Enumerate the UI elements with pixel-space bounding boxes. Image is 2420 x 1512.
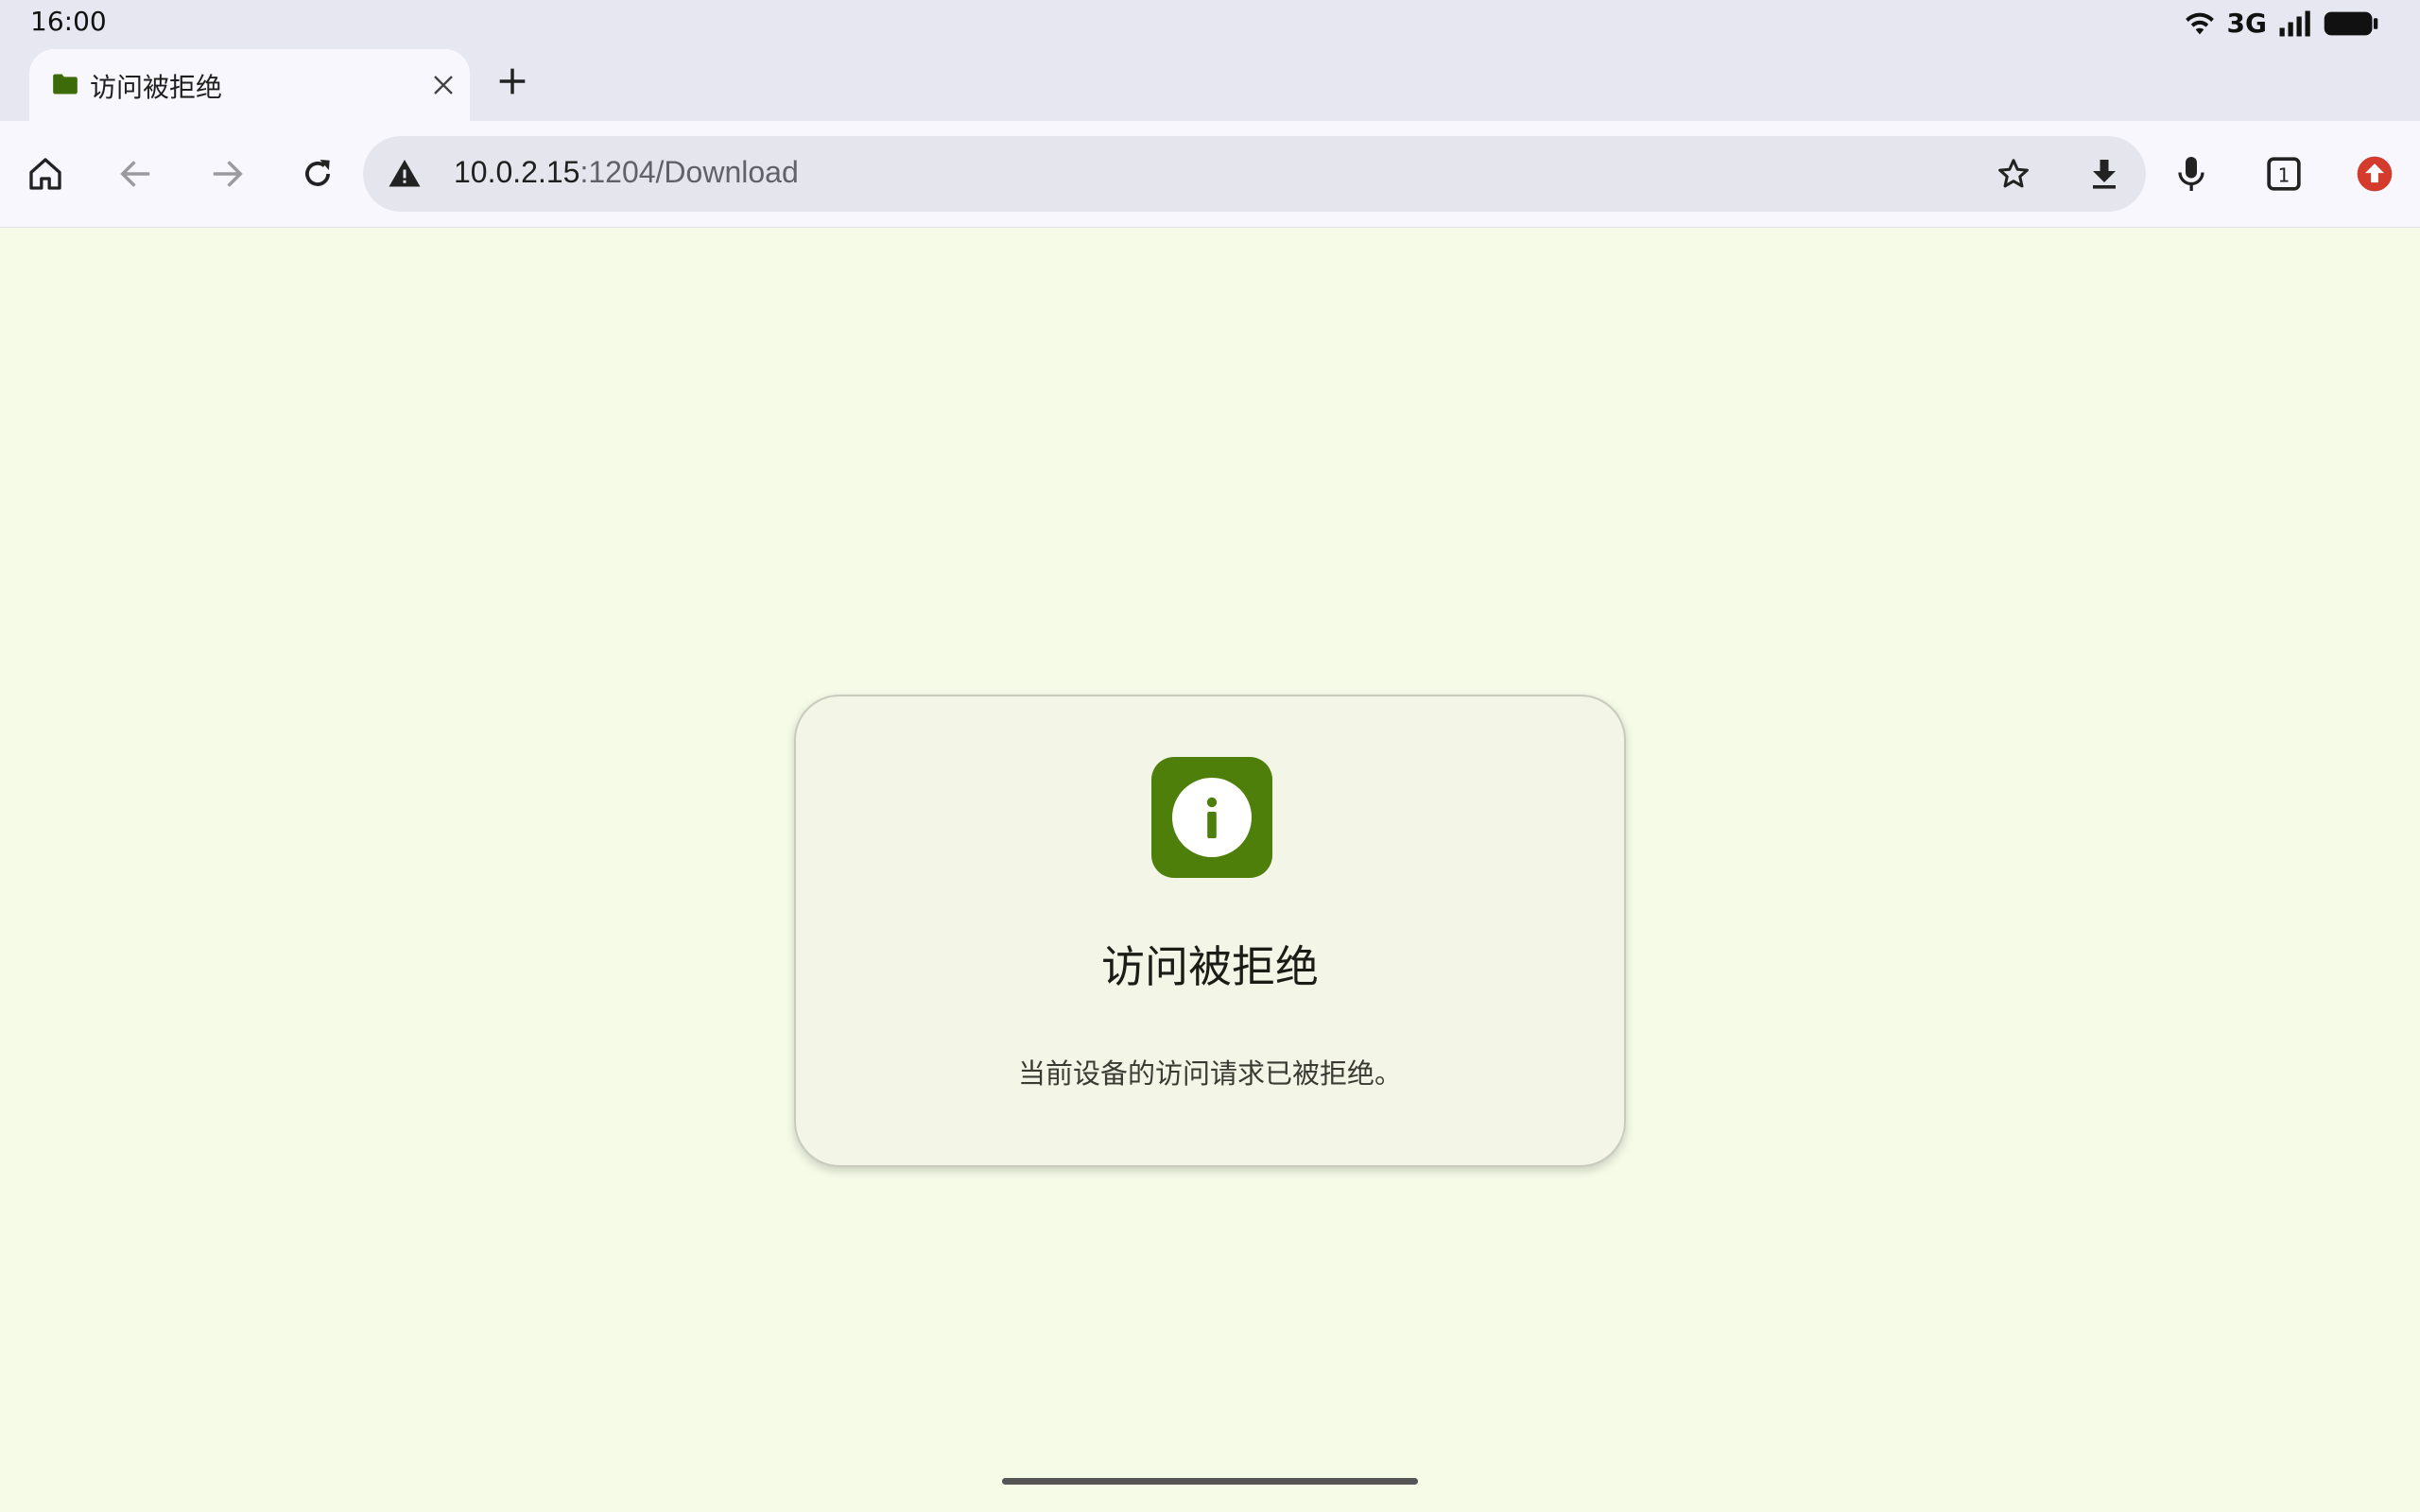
card-message: 当前设备的访问请求已被拒绝。 [1017, 1057, 1402, 1090]
network-type: 3G [2226, 8, 2267, 39]
info-icon [1172, 778, 1252, 857]
status-time: 16:00 [30, 6, 107, 37]
info-glyph [1206, 797, 1218, 838]
signal-icon [2279, 10, 2310, 36]
download-button[interactable] [2080, 149, 2129, 198]
card-title: 访问被拒绝 [1101, 941, 1319, 992]
home-indicator[interactable] [1002, 1478, 1418, 1485]
update-button[interactable] [2348, 147, 2401, 200]
reload-icon [305, 159, 330, 186]
forward-icon [213, 161, 243, 187]
tab-close-button[interactable] [426, 68, 460, 102]
tab-strip: 访问被拒绝 [0, 46, 2420, 121]
toolbar: 10.0.2.15:1204/Download 1 [0, 121, 2420, 228]
status-icons: 3G [2184, 8, 2378, 39]
back-button[interactable] [110, 147, 163, 200]
url-text[interactable]: 10.0.2.15:1204/Download [454, 155, 799, 190]
address-bar[interactable]: 10.0.2.15:1204/Download [363, 136, 2146, 212]
download-icon [2093, 160, 2116, 189]
new-tab-button[interactable] [492, 60, 533, 102]
home-button[interactable] [19, 147, 72, 200]
plus-icon [499, 68, 526, 94]
bookmark-button[interactable] [1989, 149, 2038, 198]
page-content: 访问被拒绝 当前设备的访问请求已被拒绝。 [0, 228, 2420, 1512]
url-path: :1204/Download [579, 155, 799, 189]
not-secure-icon[interactable] [388, 157, 422, 191]
update-icon [2357, 156, 2393, 192]
url-host: 10.0.2.15 [454, 155, 580, 189]
forward-button[interactable] [200, 147, 253, 200]
folder-icon [53, 74, 78, 94]
bookmark-star-icon [1998, 159, 2029, 188]
tab-count: 1 [2278, 163, 2290, 186]
home-icon [29, 158, 61, 190]
info-badge [1151, 757, 1272, 878]
battery-icon [2324, 11, 2378, 35]
tab-switcher-button[interactable]: 1 [2257, 147, 2310, 200]
microphone-icon [2178, 157, 2204, 191]
wifi-icon [2185, 12, 2214, 34]
close-icon [434, 76, 453, 94]
voice-search-button[interactable] [2165, 147, 2218, 200]
tab-title: 访问被拒绝 [90, 72, 223, 103]
reload-button[interactable] [291, 147, 344, 200]
tab-active[interactable]: 访问被拒绝 [29, 49, 470, 121]
tab-switcher-icon: 1 [2267, 157, 2301, 191]
status-bar: 16:00 3G [0, 0, 2420, 46]
screen: 16:00 3G 访问被拒绝 10.0.2.15:1204/Download 1… [0, 0, 2420, 1512]
back-icon [120, 161, 150, 187]
access-denied-card: 访问被拒绝 当前设备的访问请求已被拒绝。 [794, 695, 1626, 1167]
